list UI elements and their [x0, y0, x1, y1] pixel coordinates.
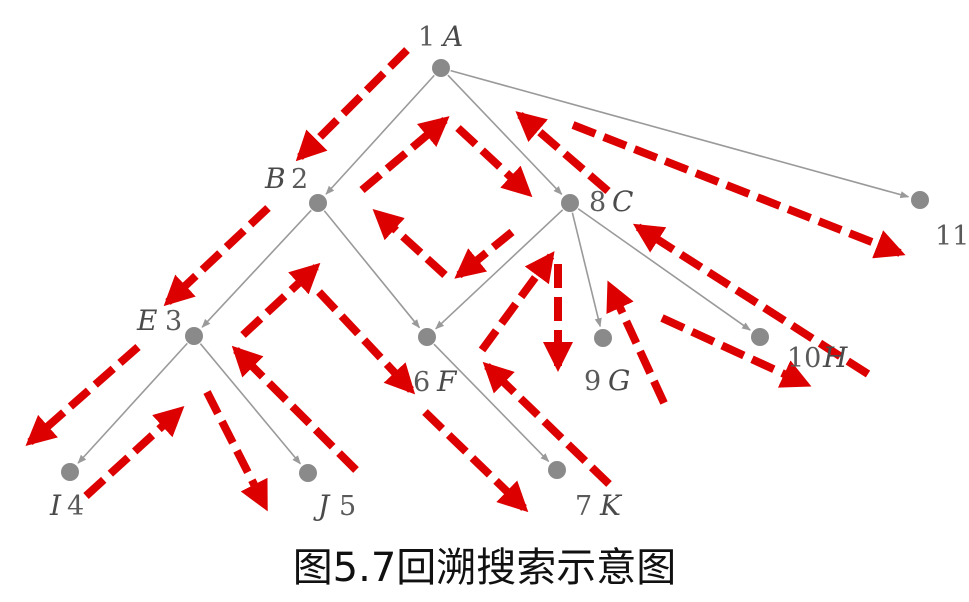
- node-number-E: 3: [165, 306, 182, 337]
- node-E: [185, 327, 203, 345]
- node-B: [309, 194, 327, 212]
- search-path-arrows: [25, 47, 906, 513]
- node-K: [548, 461, 566, 479]
- node-number-G: 9: [584, 366, 601, 397]
- node-J: [299, 464, 317, 482]
- node-letter-E: E: [136, 304, 157, 337]
- node-I: [61, 463, 79, 481]
- edge-E-I: [77, 342, 188, 464]
- node-letter-B: B: [264, 162, 286, 195]
- search-arrow-2: [163, 205, 271, 307]
- node-number-C: 8: [589, 187, 606, 218]
- search-arrow-18: [454, 228, 515, 279]
- search-arrow-14: [660, 314, 812, 388]
- edge-A-N11: [450, 69, 910, 199]
- node-N11: [911, 191, 929, 209]
- node-G: [594, 329, 612, 347]
- node-H: [751, 328, 769, 346]
- node-letter-K: K: [599, 489, 623, 522]
- search-arrow-20: [359, 116, 450, 194]
- edge-B-F: [323, 210, 421, 329]
- tree-nodes: [61, 59, 929, 482]
- node-number-F: 6: [413, 367, 430, 398]
- edge-F-K: [433, 343, 550, 463]
- edge-C-H: [577, 208, 751, 331]
- node-number-I: 4: [67, 491, 84, 522]
- search-arrow-5: [203, 390, 269, 512]
- node-A: [432, 59, 450, 77]
- edge-B-E: [201, 209, 312, 328]
- search-arrow-4: [83, 405, 185, 499]
- node-labels: 1 A 2B 3E 4I 5J 6 F 7 K 8 C 9 G 10 H 11: [49, 20, 969, 522]
- node-letter-I: I: [49, 489, 62, 522]
- node-number-H: 10: [787, 343, 821, 374]
- node-letter-H: H: [822, 341, 848, 374]
- node-number-B: 2: [291, 164, 308, 195]
- node-letter-C: C: [612, 185, 633, 218]
- search-arrow-9: [422, 409, 529, 513]
- search-arrow-8: [316, 289, 416, 395]
- search-arrow-21: [455, 125, 533, 198]
- search-arrow-3: [25, 343, 141, 446]
- node-F: [418, 328, 436, 346]
- node-letter-F: F: [436, 365, 458, 398]
- node-number-K: 7: [575, 491, 592, 522]
- node-number-N11: 11: [935, 221, 969, 252]
- node-number-J: 5: [339, 491, 356, 522]
- node-letter-A: A: [440, 20, 463, 53]
- node-C: [561, 194, 579, 212]
- node-number-A: 1: [418, 22, 435, 53]
- backtracking-search-diagram: 1 A 2B 3E 4I 5J 6 F 7 K 8 C 9 G 10 H 11: [25, 20, 969, 522]
- search-arrow-11: [478, 251, 555, 353]
- search-arrow-1: [295, 47, 410, 162]
- figure-caption: 图5.7回溯搜索示意图: [292, 545, 677, 591]
- edge-C-G: [571, 212, 602, 328]
- search-arrow-6: [231, 345, 359, 473]
- node-letter-J: J: [313, 489, 331, 522]
- search-arrow-19: [372, 208, 448, 278]
- search-arrow-7: [240, 262, 321, 338]
- search-arrow-16: [515, 111, 611, 195]
- node-letter-G: G: [608, 364, 630, 397]
